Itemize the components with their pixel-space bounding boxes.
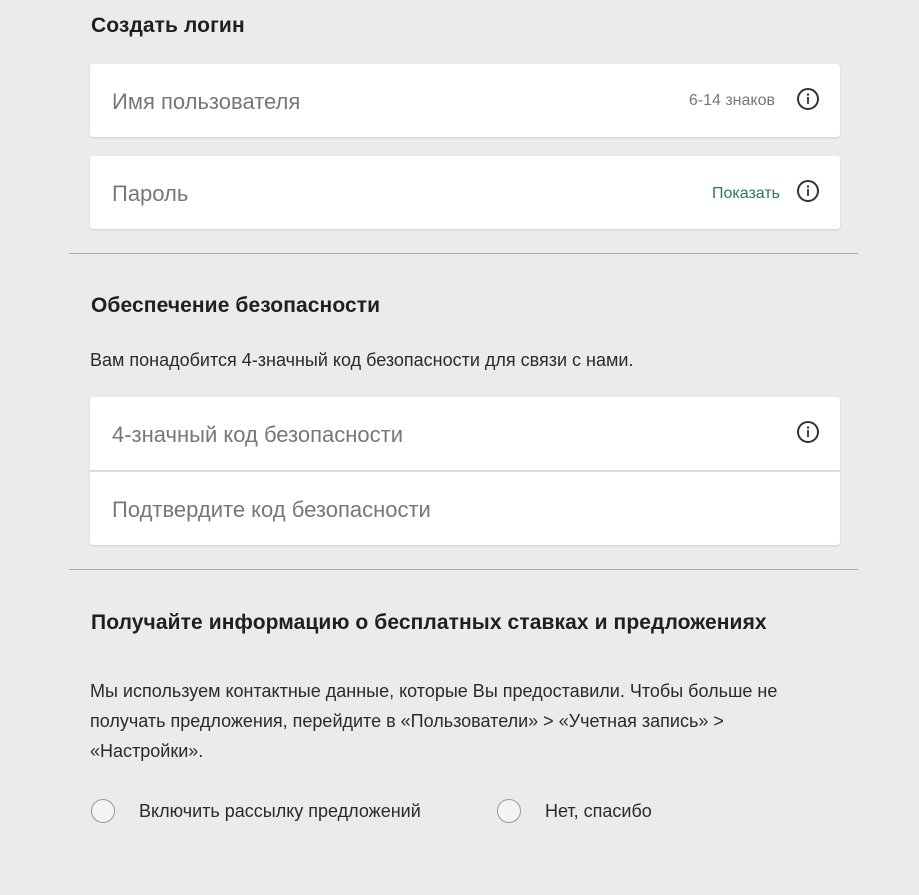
radio-label: Нет, спасибо xyxy=(545,800,652,821)
info-icon[interactable] xyxy=(797,180,819,202)
offers-description-line-3: «Настройки». xyxy=(90,741,204,761)
username-length-hint: 6-14 знаков xyxy=(688,92,775,109)
radio-label: Включить рассылку предложений xyxy=(139,800,421,821)
security-description: Вам понадобится 4-значный код безопаснос… xyxy=(90,350,634,370)
security-section-title: Обеспечение безопасности xyxy=(91,294,381,317)
section-divider xyxy=(69,253,858,254)
show-password-link[interactable]: Показать xyxy=(712,156,780,232)
offers-description-line-2: получать предложения, перейдите в «Польз… xyxy=(90,711,724,731)
radio-button[interactable] xyxy=(497,799,521,823)
radio-option-no-thanks[interactable]: Нет, спасибо xyxy=(497,796,652,826)
info-icon[interactable] xyxy=(797,88,819,110)
registration-form: Создать логин Имя пользователя 6-14 знак… xyxy=(0,0,919,895)
offers-section-title: Получайте информацию о бесплатных ставка… xyxy=(91,611,767,634)
radio-button[interactable] xyxy=(91,799,115,823)
password-field[interactable]: Пароль Показать xyxy=(90,156,840,229)
password-placeholder: Пароль xyxy=(112,181,189,206)
security-code-placeholder: 4-значный код безопасности xyxy=(112,422,404,447)
radio-option-enable-offers[interactable]: Включить рассылку предложений xyxy=(91,796,421,826)
security-code-field[interactable]: 4-значный код безопасности xyxy=(90,397,840,470)
confirm-code-placeholder: Подтвердите код безопасности xyxy=(112,497,431,522)
confirm-security-code-field[interactable]: Подтвердите код безопасности xyxy=(90,472,840,545)
info-icon[interactable] xyxy=(797,421,819,443)
login-section-title: Создать логин xyxy=(91,14,245,37)
username-placeholder: Имя пользователя xyxy=(112,89,301,114)
section-divider xyxy=(69,569,858,570)
username-field[interactable]: Имя пользователя 6-14 знаков xyxy=(90,64,840,137)
offers-description-line-1: Мы используем контактные данные, которые… xyxy=(90,681,778,701)
